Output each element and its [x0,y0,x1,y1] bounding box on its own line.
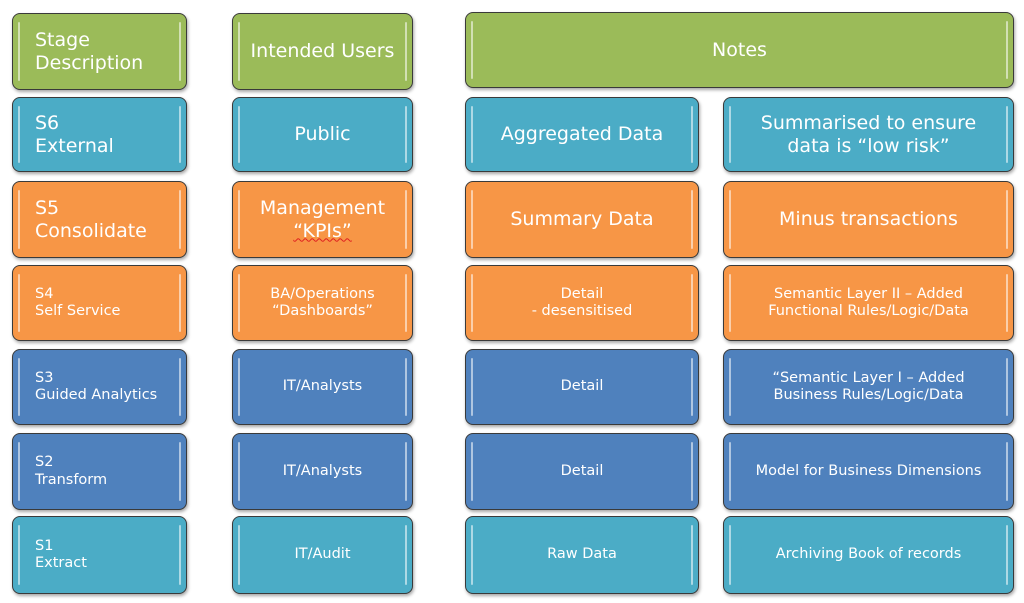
stage-s2: S2 Transform [12,433,187,510]
notes-s5: Minus transactions [723,181,1014,258]
header-stage-description: Stage Description [12,13,187,90]
notes-s6: Summarised to ensure data is “low risk” [723,97,1014,172]
data-s5: Summary Data [465,181,699,258]
notes-s2: Model for Business Dimensions [723,433,1014,510]
notes-s1: Archiving Book of records [723,516,1014,594]
data-s6: Aggregated Data [465,97,699,172]
data-s3: Detail [465,349,699,425]
stage-s6: S6 External [12,97,187,172]
stage-s5: S5 Consolidate [12,181,187,258]
users-s5-kpis: “KPIs” [293,219,352,242]
users-s1: IT/Audit [232,516,413,594]
stage-s4: S4 Self Service [12,265,187,341]
users-s5: Management “KPIs” [232,181,413,258]
users-s5-line1: Management [259,196,386,219]
data-s2: Detail [465,433,699,510]
notes-s3: “Semantic Layer I – Added Business Rules… [723,349,1014,425]
stage-s3: S3 Guided Analytics [12,349,187,425]
users-s4: BA/Operations “Dashboards” [232,265,413,341]
users-s2: IT/Analysts [232,433,413,510]
stage-s1: S1 Extract [12,516,187,594]
data-s4: Detail - desensitised [465,265,699,341]
header-intended-users: Intended Users [232,13,413,90]
users-s6: Public [232,97,413,172]
header-notes: Notes [465,12,1014,88]
notes-s4: Semantic Layer II – Added Functional Rul… [723,265,1014,341]
users-s3: IT/Analysts [232,349,413,425]
data-s1: Raw Data [465,516,699,594]
